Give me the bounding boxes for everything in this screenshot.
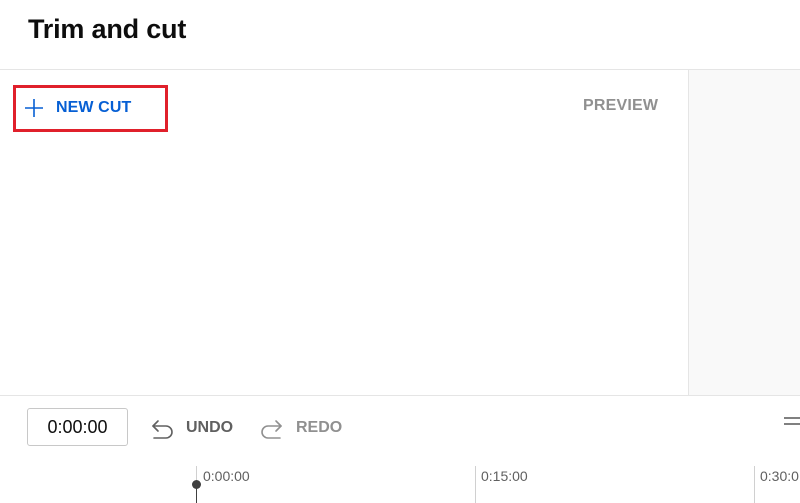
trim-and-cut-app: Trim and cut NEW CUT PREVIEW UNDO REDO 0… — [0, 0, 800, 503]
undo-arrow-icon — [152, 420, 173, 439]
new-cut-button[interactable]: NEW CUT — [24, 92, 131, 124]
undo-button[interactable]: UNDO — [150, 414, 233, 442]
preview-pane — [689, 70, 800, 395]
timeline-ruler[interactable]: 0:00:00 0:15:00 0:30:0 — [0, 460, 800, 503]
menu-icon[interactable] — [784, 414, 800, 428]
tick-label: 0:15:00 — [481, 468, 528, 484]
tick-line — [754, 466, 755, 503]
redo-button[interactable]: REDO — [258, 414, 342, 442]
page-title: Trim and cut — [28, 14, 187, 44]
new-cut-label: NEW CUT — [56, 99, 132, 116]
tick-label: 0:30:0 — [760, 468, 799, 484]
preview-button[interactable]: PREVIEW — [583, 97, 658, 115]
tick-line — [475, 466, 476, 503]
undo-label: UNDO — [186, 419, 234, 436]
redo-label: REDO — [296, 419, 343, 436]
redo-arrow-icon — [261, 420, 282, 439]
playhead-line — [196, 485, 197, 503]
current-time-input[interactable] — [27, 408, 128, 446]
page-header: Trim and cut — [0, 0, 800, 70]
plus-icon — [25, 99, 43, 117]
tick-label: 0:00:00 — [203, 468, 250, 484]
